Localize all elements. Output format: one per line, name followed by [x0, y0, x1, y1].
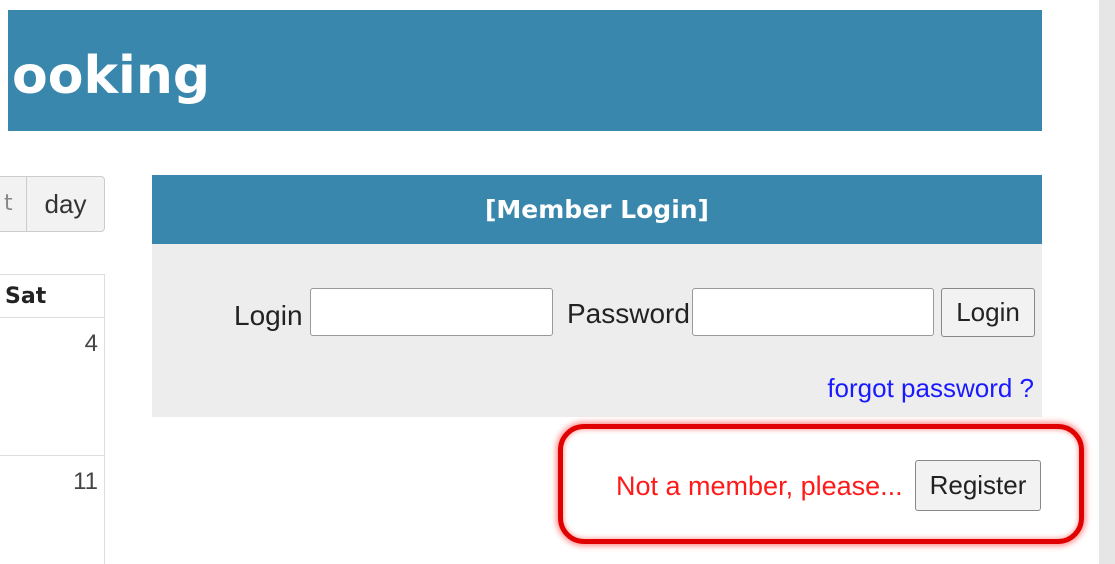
- page: ooking t day Sat 4 11 [Member Login] Log…: [0, 0, 1115, 564]
- login-input[interactable]: [310, 288, 553, 336]
- calendar-view-button-partial-label: t: [4, 191, 13, 216]
- calendar-view-button-partial[interactable]: t: [0, 176, 26, 232]
- header-banner: ooking: [8, 10, 1042, 131]
- calendar-column-header: Sat: [0, 275, 104, 318]
- calendar-date: 11: [73, 468, 98, 495]
- calendar-grid: Sat 4 11: [0, 274, 105, 564]
- calendar-column-header-label: Sat: [5, 284, 47, 309]
- member-login-title: [Member Login]: [152, 175, 1042, 244]
- calendar-date: 4: [84, 330, 98, 357]
- vertical-scrollbar[interactable]: [1099, 0, 1115, 564]
- login-button[interactable]: Login: [941, 288, 1035, 337]
- password-label: Password: [567, 298, 690, 329]
- login-label: Login: [234, 300, 303, 331]
- forgot-password-link[interactable]: forgot password ?: [827, 373, 1034, 404]
- register-button[interactable]: Register: [915, 460, 1041, 511]
- password-input[interactable]: [692, 288, 934, 336]
- member-login-panel: [Member Login] Login Password Login forg…: [152, 175, 1042, 417]
- calendar-day-cell[interactable]: 11: [0, 456, 104, 564]
- calendar-day-cell[interactable]: 4: [0, 318, 104, 456]
- page-title: ooking: [12, 46, 211, 106]
- register-prompt: Not a member, please...: [616, 471, 903, 501]
- calendar-day-view-button[interactable]: day: [26, 176, 105, 232]
